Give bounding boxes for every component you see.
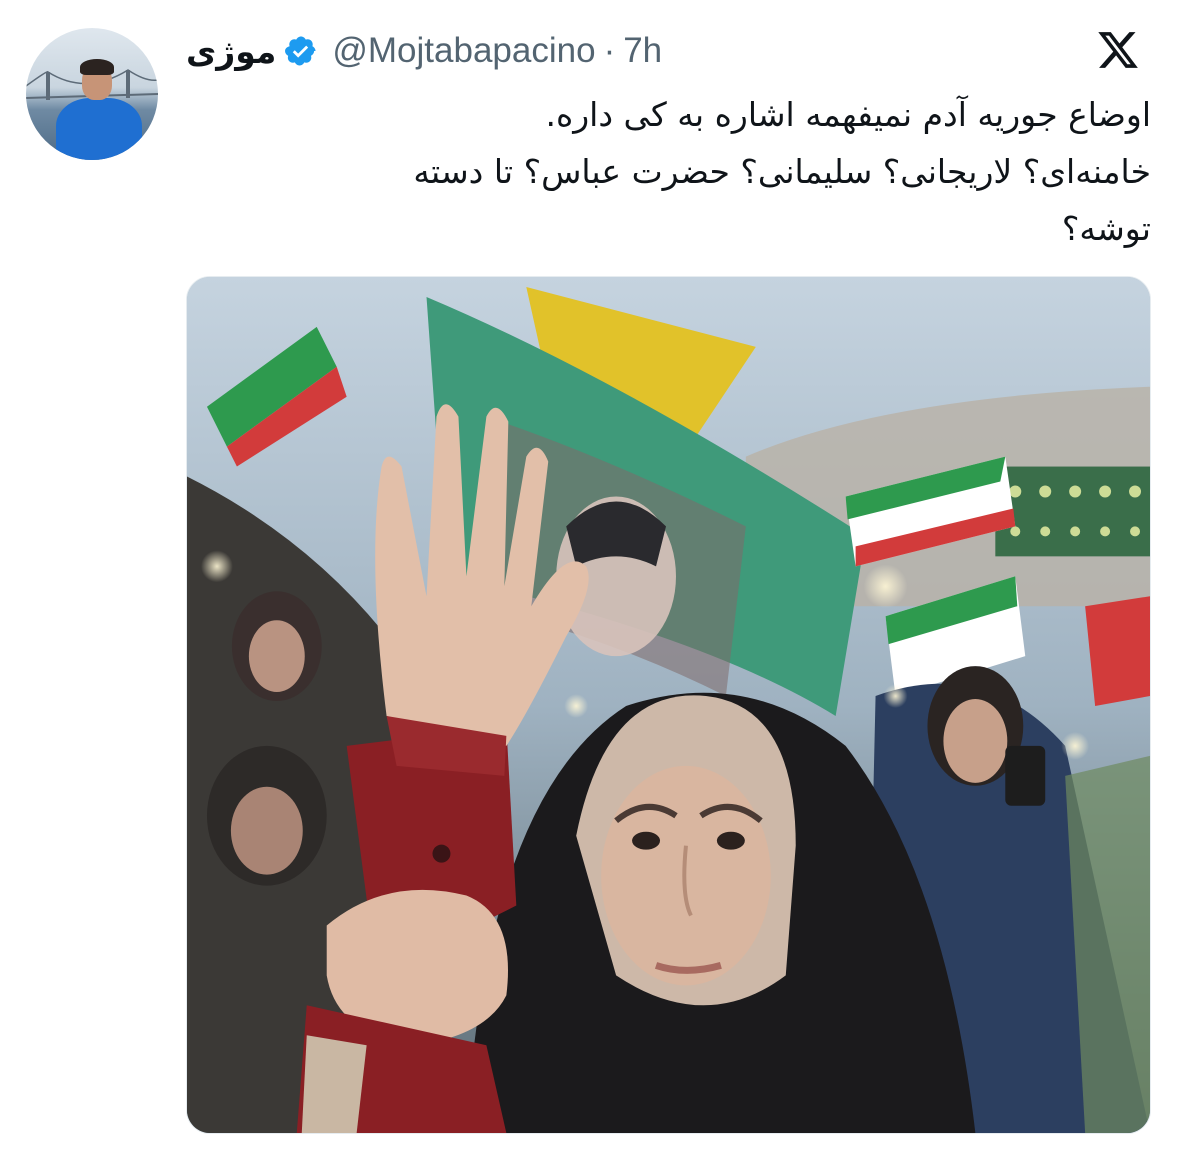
avatar-person-body	[56, 98, 142, 160]
tweet-media-photo[interactable]	[186, 276, 1151, 1134]
author-avatar[interactable]	[26, 28, 158, 160]
tweet-header: موژی @Mojtabapacino · 7h	[186, 26, 1139, 76]
author-display-name[interactable]: موژی	[186, 32, 276, 71]
verified-badge-icon	[285, 36, 316, 66]
tweet-text: اوضاع جوریه آدم نمیفهمه اشاره به کی داره…	[186, 86, 1151, 257]
tweet-text-line: خامنه‌ای؟ لاریجانی؟ سلیمانی؟ حضرت عباس؟ …	[413, 152, 1151, 191]
tweet-text-line: اوضاع جوریه آدم نمیفهمه اشاره به کی داره…	[545, 95, 1151, 134]
tweet-timestamp[interactable]: 7h	[623, 31, 662, 71]
tweet-text-line: توشه؟	[1061, 209, 1151, 248]
protest-photo	[187, 277, 1150, 1133]
author-handle[interactable]: @Mojtabapacino	[332, 31, 595, 71]
avatar-person-hair	[80, 59, 114, 75]
x-logo-icon[interactable]	[1095, 28, 1141, 72]
separator-dot: ·	[603, 31, 616, 70]
